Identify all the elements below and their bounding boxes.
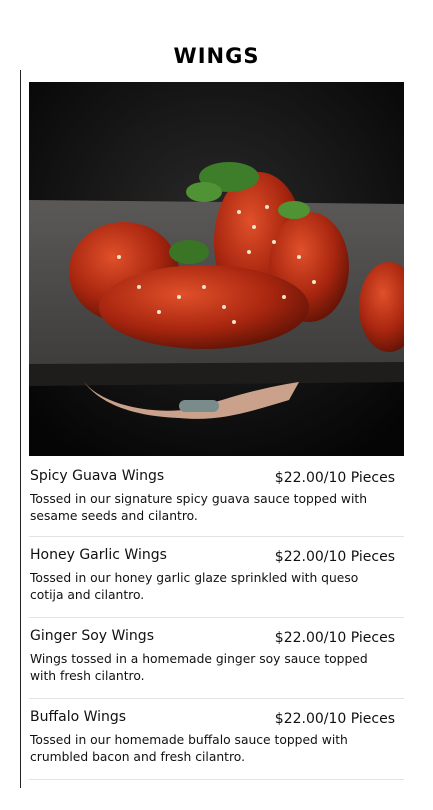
menu-item-buffalo-wings[interactable]: Buffalo Wings $22.00/10 Pieces Tossed in…	[29, 699, 404, 780]
left-divider-rule	[20, 70, 21, 788]
item-description: Tossed in our honey garlic glaze sprinkl…	[30, 571, 359, 602]
item-name: Buffalo Wings	[30, 709, 127, 725]
item-name: Honey Garlic Wings	[30, 547, 167, 563]
item-description: Tossed in our homemade buffalo sauce top…	[30, 733, 348, 764]
menu-item-honey-garlic-wings[interactable]: Honey Garlic Wings $22.00/10 Pieces Toss…	[29, 537, 404, 618]
item-description: Wings tossed in a homemade ginger soy sa…	[30, 652, 368, 683]
wings-photo-icon	[29, 82, 404, 456]
item-description: Tossed in our signature spicy guava sauc…	[30, 492, 367, 523]
menu-item-ginger-soy-wings[interactable]: Ginger Soy Wings $22.00/10 Pieces Wings …	[29, 618, 404, 699]
item-price: $22.00/10 Pieces	[274, 470, 395, 486]
menu-list: Spicy Guava Wings $22.00/10 Pieces Tosse…	[29, 458, 404, 780]
item-name: Ginger Soy Wings	[30, 628, 154, 644]
menu-item-spicy-guava-wings[interactable]: Spicy Guava Wings $22.00/10 Pieces Tosse…	[29, 458, 404, 537]
item-price: $22.00/10 Pieces	[274, 549, 395, 565]
item-price: $22.00/10 Pieces	[274, 711, 395, 727]
item-name: Spicy Guava Wings	[30, 468, 165, 484]
page-title: WINGS	[173, 44, 260, 69]
hero-food-image	[29, 82, 404, 456]
item-price: $22.00/10 Pieces	[274, 630, 395, 646]
